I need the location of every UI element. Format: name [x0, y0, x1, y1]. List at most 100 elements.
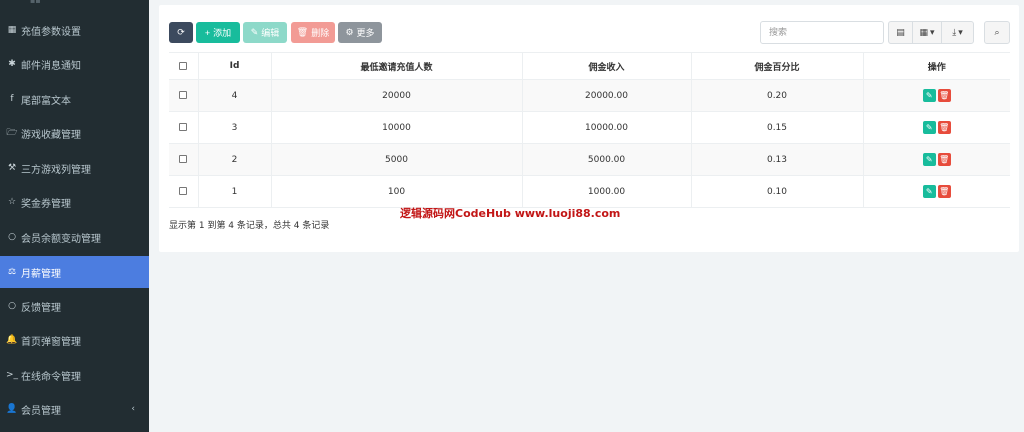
row-select-cell: [169, 79, 199, 112]
cell-id: 2: [198, 143, 272, 176]
cell-actions: ✎ 🗑: [863, 111, 1010, 144]
trash-icon: 🗑: [939, 155, 950, 164]
column-header-id[interactable]: Id: [198, 52, 272, 80]
edit-button[interactable]: ✎ 编辑: [243, 22, 287, 43]
pagination-info: 显示第 1 到第 4 条记录，总共 4 条记录: [169, 221, 330, 231]
search-icon: ⌕: [994, 27, 1000, 38]
add-button[interactable]: + 添加: [196, 22, 240, 43]
common-search-button[interactable]: ⌕: [984, 21, 1010, 44]
cog-icon: ⚙: [345, 27, 354, 37]
row-checkbox[interactable]: [179, 91, 188, 99]
row-delete-button[interactable]: 🗑: [937, 185, 951, 198]
row-delete-button[interactable]: 🗑: [937, 121, 951, 134]
row-checkbox[interactable]: [179, 155, 188, 163]
trash-icon: 🗑: [939, 123, 950, 132]
cell-percent: 0.13: [691, 143, 864, 176]
gavel-icon: ⚒: [7, 163, 17, 173]
delete-button-label: 删除: [311, 28, 330, 38]
star-icon: ☆: [7, 197, 17, 207]
watermark-text: 逻辑源码网CodeHub www.luoji88.com: [400, 207, 621, 220]
row-edit-button[interactable]: ✎: [922, 89, 936, 102]
table-row[interactable]: 1 100 1000.00 0.10 ✎ 🗑: [169, 175, 1010, 208]
columns-icon: ▦: [919, 27, 928, 38]
sidebar-item[interactable]: ☆ 奖金券管理: [0, 186, 149, 218]
pencil-icon: ✎: [925, 123, 933, 132]
sidebar-item[interactable]: ○ 会员余额变动管理: [0, 221, 149, 253]
table-row[interactable]: 4 20000 20000.00 0.20 ✎ 🗑: [169, 79, 1010, 112]
row-edit-button[interactable]: ✎: [922, 121, 936, 134]
sidebar-item[interactable]: >_ 在线命令管理: [0, 359, 149, 391]
edit-button-label: 编辑: [261, 28, 280, 38]
sidebar-item-label: 反馈管理: [21, 302, 61, 314]
grid-icon: ▦: [7, 25, 17, 35]
more-button-label: 更多: [356, 28, 375, 38]
toggle-view-button[interactable]: ▤: [888, 21, 913, 44]
cell-min-invite: 20000: [271, 79, 523, 112]
cell-actions: ✎ 🗑: [863, 79, 1010, 112]
sidebar-item-label: 在线命令管理: [21, 371, 81, 383]
sidebar-item-label: 游戏收藏管理: [21, 129, 81, 141]
columns-dropdown-button[interactable]: ▦ ▾: [912, 21, 942, 44]
trash-icon: 🗑: [296, 27, 309, 37]
column-header-actions: 操作: [863, 52, 1010, 80]
column-header-min-invite[interactable]: 最低邀请充值人数: [271, 52, 523, 80]
trash-icon: 🗑: [939, 187, 950, 196]
row-delete-button[interactable]: 🗑: [937, 153, 951, 166]
sidebar-item-label: 月薪管理: [21, 268, 61, 280]
cell-income: 10000.00: [522, 111, 692, 144]
sidebar-item[interactable]: ▦ 充值参数设置: [0, 14, 149, 46]
user-circle-icon: 👤: [6, 404, 18, 414]
sidebar-item[interactable]: ✱ 邮件消息通知: [0, 48, 149, 80]
cell-id: 4: [198, 79, 272, 112]
pencil-icon: ✎: [925, 187, 933, 196]
add-button-label: 添加: [213, 28, 232, 38]
select-all-cell: [169, 52, 199, 80]
facebook-icon: f: [10, 94, 14, 104]
circle-icon: ○: [8, 301, 16, 311]
cell-income: 5000.00: [522, 143, 692, 176]
row-checkbox[interactable]: [179, 187, 188, 195]
sidebar-item[interactable]: f 尾部富文本: [0, 83, 149, 115]
pencil-icon: ✎: [925, 91, 933, 100]
more-button[interactable]: ⚙ 更多: [338, 22, 382, 43]
data-table: Id 最低邀请充值人数 佣金收入 佣金百分比 操作 4 20000 20000.00…: [169, 52, 1010, 208]
sidebar-item[interactable]: 🗁 游戏收藏管理: [0, 117, 149, 149]
table-row[interactable]: 3 10000 10000.00 0.15 ✎ 🗑: [169, 111, 1010, 144]
sidebar-item[interactable]: 🔔 首页弹窗管理: [0, 324, 149, 356]
row-select-cell: [169, 111, 199, 144]
table-header-row: Id 最低邀请充值人数 佣金收入 佣金百分比 操作: [169, 52, 1010, 80]
column-header-percent[interactable]: 佣金百分比: [691, 52, 864, 80]
circle-icon: ○: [8, 232, 16, 242]
row-edit-button[interactable]: ✎: [922, 153, 936, 166]
sidebar-collapse-chevron-icon[interactable]: ‹: [131, 404, 135, 414]
sidebar-item[interactable]: ⚖ 月薪管理: [0, 256, 149, 288]
cell-income: 20000.00: [522, 79, 692, 112]
column-header-income[interactable]: 佣金收入: [522, 52, 692, 80]
row-select-cell: [169, 143, 199, 176]
sidebar-item-label: 首页弹窗管理: [21, 336, 81, 348]
sidebar-item-label: 会员管理: [21, 405, 61, 417]
delete-button[interactable]: 🗑 删除: [291, 22, 335, 43]
cell-actions: ✎ 🗑: [863, 143, 1010, 176]
sidebar-item[interactable]: ○ 反馈管理: [0, 290, 149, 322]
search-input[interactable]: [760, 21, 884, 44]
sidebar-item-label: 会员余额变动管理: [21, 233, 101, 245]
sidebar: ▪▪ ▦ 充值参数设置 ✱ 邮件消息通知 f 尾部富文本 🗁 游戏收藏管理 ⚒ 三方游戏列管理 ☆ 奖…: [0, 0, 149, 432]
sidebar-item[interactable]: ⚒ 三方游戏列管理: [0, 152, 149, 184]
terminal-icon: >_: [5, 370, 19, 380]
select-all-checkbox[interactable]: [179, 61, 188, 70]
download-icon: ⤓: [952, 27, 957, 38]
sidebar-item-label: 充值参数设置: [21, 26, 81, 38]
refresh-icon: ⟳: [177, 27, 185, 37]
export-dropdown-button[interactable]: ⤓ ▾: [941, 21, 974, 44]
row-edit-button[interactable]: ✎: [922, 185, 936, 198]
cell-min-invite: 10000: [271, 111, 523, 144]
refresh-button[interactable]: ⟳: [169, 22, 193, 43]
table-row[interactable]: 2 5000 5000.00 0.13 ✎ 🗑: [169, 143, 1010, 176]
sidebar-scroll-hint: ▪▪: [30, 0, 41, 5]
bell-icon: 🔔: [6, 335, 18, 345]
sidebar-item[interactable]: 👤 会员管理 ‹: [0, 393, 149, 425]
row-delete-button[interactable]: 🗑: [937, 89, 951, 102]
folder-open-icon: 🗁: [6, 128, 18, 138]
row-checkbox[interactable]: [179, 123, 188, 131]
